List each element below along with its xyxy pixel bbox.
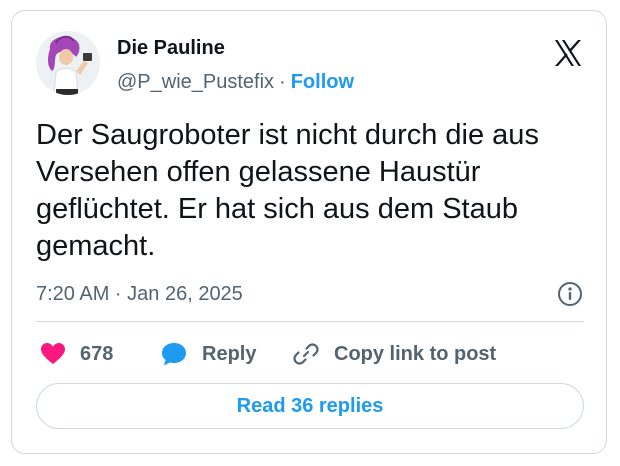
heart-icon [41, 343, 65, 364]
follow-button[interactable]: Follow [291, 71, 354, 93]
like-button[interactable]: 678 [40, 339, 113, 369]
x-logo-icon[interactable] [552, 37, 584, 69]
author-handle[interactable]: @P_wie_Pustefix [117, 71, 274, 93]
handle-row: @P_wie_Pustefix · Follow [117, 71, 354, 94]
avatar[interactable] [36, 31, 100, 95]
info-icon[interactable] [557, 281, 583, 307]
copy-link-label: Copy link to post [334, 342, 497, 365]
like-count: 678 [80, 342, 114, 365]
speech-bubble-icon [162, 343, 186, 366]
timestamp[interactable]: 7:20 AM · Jan 26, 2025 [36, 283, 243, 306]
tweet-card: Die Pauline @P_wie_Pustefix · Follow Der S… [11, 10, 607, 454]
avatar-image [36, 31, 100, 95]
link-icon [293, 343, 319, 365]
tweet-text: Der Saugroboter ist nicht durch die aus … [36, 119, 539, 262]
reply-label: Reply [202, 342, 257, 365]
author-name[interactable]: Die Pauline [117, 37, 225, 60]
reply-button[interactable]: Reply [160, 339, 256, 369]
divider [36, 321, 584, 322]
copy-link-button[interactable]: Copy link to post [292, 339, 496, 369]
separator-dot: · [279, 71, 286, 93]
read-replies-button[interactable]: Read 36 replies [36, 383, 584, 429]
